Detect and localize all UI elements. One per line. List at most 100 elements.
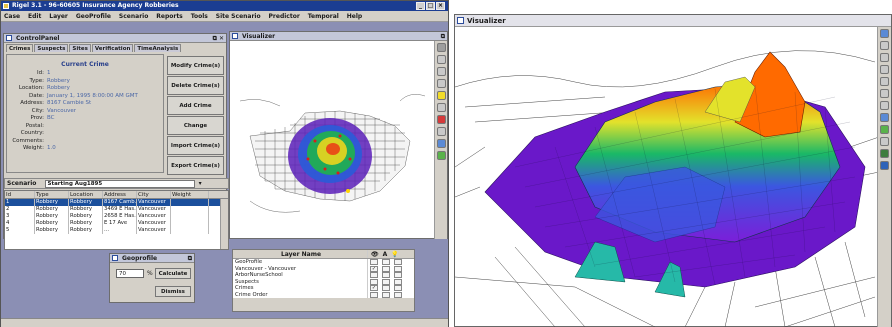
column-header[interactable]: City: [137, 191, 171, 198]
layer-visible-checkbox[interactable]: [370, 278, 378, 285]
control-panel: ControlPanel ⧉ ✕ Crimes Suspects Sites V…: [3, 33, 229, 250]
zoom-icon[interactable]: [436, 67, 446, 76]
control-panel-titlebar[interactable]: ControlPanel ⧉ ✕: [4, 34, 226, 43]
geoprofile-title: Geoprofile: [122, 255, 158, 262]
import-crimes-button[interactable]: Import Crime(s): [167, 136, 224, 155]
help-icon[interactable]: [436, 91, 446, 100]
hand-icon[interactable]: [880, 77, 889, 86]
table-row[interactable]: 3 Robbery Robbery 2658 E Has... Vancouver: [5, 213, 228, 220]
layer-label-checkbox[interactable]: [382, 265, 390, 272]
pencil-icon[interactable]: [880, 89, 889, 98]
table-row[interactable]: 1 Robbery Robbery 8167 Camb... Vancouver: [5, 199, 228, 206]
menu-temporal[interactable]: Temporal: [305, 11, 342, 22]
terrain-icon[interactable]: [880, 149, 889, 158]
tab-timeanalysis[interactable]: TimeAnalysis: [134, 44, 182, 52]
modify-crimes-button[interactable]: Modify Crime(s): [167, 56, 224, 75]
globe-icon[interactable]: [436, 43, 446, 52]
dismiss-button[interactable]: Dismiss: [155, 286, 191, 297]
map-icon[interactable]: [880, 125, 889, 134]
geoprofile-percent-input[interactable]: 70: [116, 269, 144, 278]
label-icon: A: [382, 251, 388, 258]
menu-layer[interactable]: Layer: [46, 11, 71, 22]
minimize-button[interactable]: _: [416, 2, 425, 10]
pencil-icon[interactable]: [436, 103, 446, 112]
pan-icon[interactable]: [880, 41, 889, 50]
calculate-button[interactable]: Calculate: [155, 268, 191, 279]
column-header[interactable]: Address: [103, 191, 137, 198]
rotate-icon[interactable]: [880, 161, 889, 170]
table-row[interactable]: 4 Robbery Robbery E 17 Ave Vancouver: [5, 220, 228, 227]
column-header[interactable]: Type: [35, 191, 69, 198]
menu-tools[interactable]: Tools: [188, 11, 211, 22]
layer-label-checkbox[interactable]: [382, 291, 390, 298]
tab-crimes[interactable]: Crimes: [6, 44, 34, 52]
layer-label-checkbox[interactable]: [382, 278, 390, 285]
layer-visible-checkbox[interactable]: ✓: [370, 265, 378, 272]
geoprofile-3d-surface[interactable]: [455, 27, 879, 327]
layer-active-checkbox[interactable]: [394, 278, 402, 285]
eraser-icon[interactable]: [436, 115, 446, 124]
menu-reports[interactable]: Reports: [153, 11, 186, 22]
layer-active-checkbox[interactable]: [394, 291, 402, 298]
zoom-icon[interactable]: [880, 53, 889, 62]
tab-verification[interactable]: Verification: [91, 44, 134, 52]
close-button[interactable]: ×: [436, 2, 445, 10]
layer-row[interactable]: Crime Order: [233, 291, 414, 298]
pan-icon[interactable]: [436, 55, 446, 64]
export-crimes-button[interactable]: Export Crime(s): [167, 156, 224, 175]
crime-field: Id: 1: [37, 70, 51, 76]
delete-crimes-button[interactable]: Delete Crime(s): [167, 76, 224, 95]
chevron-down-icon[interactable]: ▾: [199, 180, 202, 187]
change-weights-button[interactable]: Change Weight(s): [167, 116, 224, 148]
window-restore-icon[interactable]: ⧉: [188, 254, 192, 263]
layer-visible-checkbox[interactable]: [370, 259, 378, 265]
visualizer-icon: [232, 33, 238, 39]
layer-active-checkbox[interactable]: [394, 285, 402, 291]
select-icon[interactable]: [880, 65, 889, 74]
layer-name-header[interactable]: Layer Name: [233, 250, 368, 258]
add-crime-button[interactable]: Add Crime: [167, 96, 224, 115]
visualizer-titlebar[interactable]: Visualizer ⧉: [230, 32, 447, 41]
menu-scenario[interactable]: Scenario: [116, 11, 151, 22]
panel-icon: [6, 35, 12, 41]
visualizer-window: Visualizer ⧉: [229, 31, 448, 239]
map-icon[interactable]: [436, 151, 446, 160]
column-header[interactable]: Weight: [171, 191, 209, 198]
geoprofile-titlebar[interactable]: Geoprofile ⧉: [110, 254, 194, 263]
panel-restore-icon[interactable]: ⧉ ✕: [213, 34, 224, 43]
layer-visible-checkbox[interactable]: [370, 272, 378, 278]
menu-help[interactable]: Help: [344, 11, 365, 22]
select-icon[interactable]: [436, 79, 446, 88]
table-scrollbar[interactable]: [220, 199, 228, 249]
globe-icon[interactable]: [880, 29, 889, 38]
measure-icon[interactable]: [436, 127, 446, 136]
layers-icon[interactable]: [880, 137, 889, 146]
menu-geoprofile[interactable]: GeoProfile: [73, 11, 114, 22]
table-row[interactable]: 2 Robbery Robbery 3469 E Has... Vancouver: [5, 206, 228, 213]
visualizer-3d-titlebar[interactable]: Visualizer: [455, 15, 891, 27]
menu-edit[interactable]: Edit: [25, 11, 44, 22]
chart-icon[interactable]: [436, 139, 446, 148]
window-restore-icon[interactable]: ⧉: [441, 32, 445, 41]
layer-label-checkbox[interactable]: [382, 259, 390, 265]
maximize-button[interactable]: □: [426, 2, 435, 10]
layer-active-checkbox[interactable]: [394, 272, 402, 278]
measure-icon[interactable]: [880, 101, 889, 110]
layer-visible-checkbox[interactable]: [370, 291, 378, 298]
layer-label-checkbox[interactable]: [382, 272, 390, 278]
menu-case[interactable]: Case: [1, 11, 23, 22]
column-header[interactable]: Id: [5, 191, 35, 198]
map-2d-view[interactable]: [230, 41, 435, 239]
column-header[interactable]: Location: [69, 191, 103, 198]
menu-site-scenario[interactable]: Site Scenario: [213, 11, 264, 22]
menu-predictor[interactable]: Predictor: [266, 11, 303, 22]
tab-sites[interactable]: Sites: [69, 44, 91, 52]
tab-suspects[interactable]: Suspects: [34, 44, 69, 52]
scenario-select[interactable]: Starting Aug1895: [44, 179, 195, 188]
layer-active-checkbox[interactable]: [394, 265, 402, 272]
chart-icon[interactable]: [880, 113, 889, 122]
layer-label-checkbox[interactable]: [382, 285, 390, 291]
table-row[interactable]: 5 Robbery Robbery... Vancouver: [5, 227, 228, 234]
layer-active-checkbox[interactable]: [394, 259, 402, 265]
layer-visible-checkbox[interactable]: ✓: [370, 285, 378, 291]
